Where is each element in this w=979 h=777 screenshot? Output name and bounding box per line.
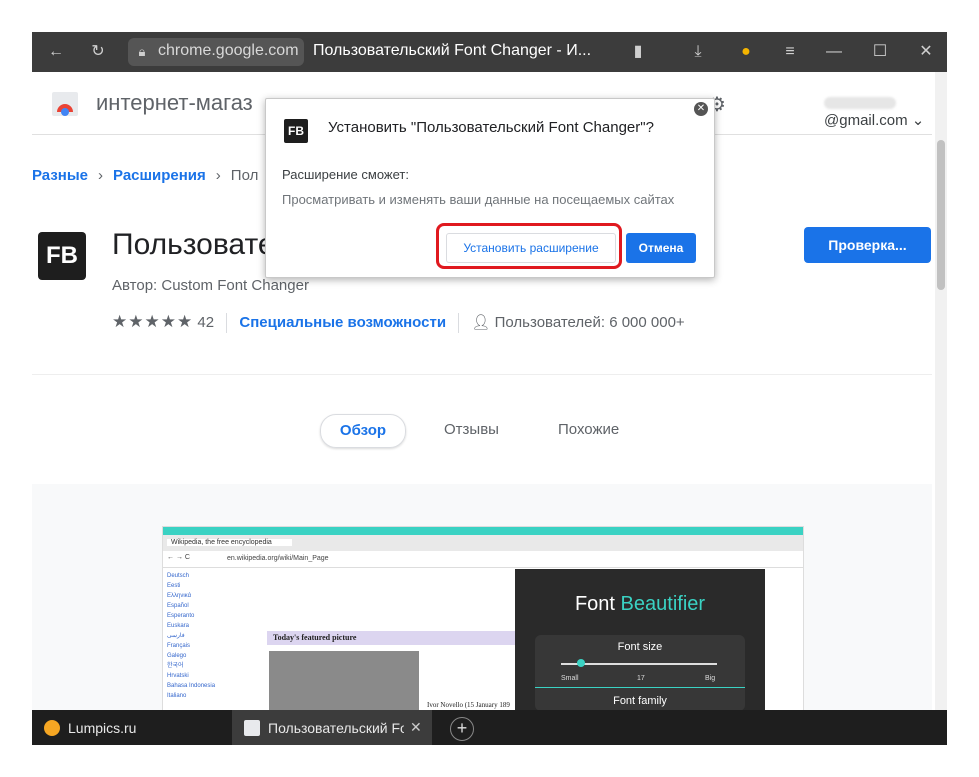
breadcrumb-item: Пол (230, 167, 259, 184)
tab-label: Lumpics.ru (68, 720, 137, 736)
preview-language-item: Bahasa Indonesia (167, 683, 216, 689)
slider-max-label: Big (705, 675, 716, 682)
preview-tabs: Wikipedia, the free encyclopedia (163, 535, 803, 551)
preview-language-item: فارسی (167, 633, 185, 639)
preview-featured-heading: Today's featured picture (267, 631, 533, 645)
new-tab-button[interactable]: + (450, 717, 474, 741)
cancel-button[interactable]: Отмена (626, 233, 696, 263)
panel-title: Font Beautifier (515, 593, 765, 616)
tab-font-changer[interactable]: Пользовательский Font ✕ (232, 710, 432, 745)
preview-language-item: Deutsch (167, 573, 190, 579)
preview-language-list: Deutsch Eesti Ελληνικά Español Esperanto Eusk… (167, 571, 247, 710)
preview-topbar (163, 527, 803, 535)
preview-featured-image (269, 651, 419, 710)
rating-row: ★★★★★ 42 Специальные возможности 👤︎ Поль… (112, 312, 685, 334)
chevron-down-icon: ⌄ (911, 112, 925, 129)
breadcrumb-item[interactable]: Разные (32, 167, 88, 184)
browser-toolbar: ← ↻ 🔒︎ chrome.google.com Пользовательски… (32, 32, 947, 72)
preview-language-item: Eesti (167, 583, 181, 589)
slider-value: 17 (637, 675, 645, 682)
tab-related[interactable]: Похожие (558, 414, 619, 446)
extension-author: Автор: Custom Font Changer (112, 277, 309, 294)
bookmark-icon[interactable]: ▮ (628, 42, 648, 62)
checking-button[interactable]: Проверка... (804, 227, 931, 263)
hidden-email-part (824, 97, 896, 110)
store-title[interactable]: интернет-магаз (96, 90, 253, 116)
page-tabs: Обзор Отзывы Похожие (320, 414, 680, 448)
users-count: Пользователей: 6 000 000+ (494, 314, 685, 331)
close-window-icon[interactable]: ✕ (916, 42, 936, 62)
preview-language-item: Italiano (167, 693, 187, 699)
preview-language-item: Español (167, 603, 189, 609)
panel-title-word: Font (574, 593, 615, 615)
close-tab-icon[interactable]: ✕ (410, 719, 422, 736)
extension-name: Пользовате (112, 228, 275, 261)
back-arrow-icon[interactable]: ← (46, 42, 66, 62)
extension-logo: FB (38, 232, 86, 280)
preview-language-item: Galego (167, 653, 187, 659)
tab-label: Пользовательский Font (268, 720, 404, 736)
lumpics-icon (44, 720, 60, 736)
font-beautifier-panel: Font Beautifier Font size Small 17 Big F… (515, 569, 765, 710)
preview-language-item: Ελληνικά (167, 593, 192, 599)
breadcrumb-item[interactable]: Расширения (113, 167, 206, 184)
tab-lumpics[interactable]: Lumpics.ru (32, 710, 232, 745)
account-email: @gmail.com (824, 112, 908, 129)
preview-language-item: Hrvatski (167, 673, 189, 679)
preview-nav-icon: ← → C (167, 554, 190, 561)
dialog-extension-logo: FB (284, 119, 308, 143)
tab-overview[interactable]: Обзор (320, 414, 406, 448)
preview-language-item: Esperanto (167, 613, 195, 619)
minimize-icon[interactable]: — (824, 42, 844, 62)
download-icon[interactable]: ⤓ (688, 42, 708, 62)
scrollbar-thumb[interactable] (937, 140, 945, 290)
maximize-icon[interactable]: ☐ (870, 42, 890, 62)
chrome-store-icon (244, 720, 260, 736)
breadcrumb-separator: › (98, 167, 104, 184)
user-icon: 👤︎ (471, 314, 491, 331)
dialog-permissions-label: Расширение сможет: (282, 167, 409, 182)
reload-icon[interactable]: ↻ (88, 42, 108, 62)
slider-min-label: Small (561, 675, 579, 682)
divider (458, 313, 460, 334)
preview-address-bar: ← → C en.wikipedia.org/wiki/Main_Page (163, 551, 803, 568)
preview-language-item: 한국어 (167, 663, 184, 669)
breadcrumb-separator: › (215, 167, 221, 184)
divider (32, 374, 932, 375)
category-link[interactable]: Специальные возможности (239, 314, 446, 331)
preview-url: en.wikipedia.org/wiki/Main_Page (227, 555, 329, 562)
highlight-frame (436, 223, 622, 269)
divider (535, 687, 745, 688)
close-icon[interactable]: ✕ (694, 102, 708, 116)
slider-knob (577, 659, 586, 667)
chrome-web-store-icon[interactable] (50, 88, 80, 118)
url-domain[interactable]: chrome.google.com (158, 42, 299, 60)
menu-icon[interactable]: ≡ (780, 42, 800, 62)
rating-stars[interactable]: ★★★★★ (112, 312, 193, 331)
panel-card: Font size Small 17 Big Font family (535, 635, 745, 710)
rating-count[interactable]: 42 (197, 314, 214, 331)
font-family-label: Font family (613, 695, 667, 707)
preview-language-item: Euskara (167, 623, 190, 629)
install-dialog: FB Установить "Пользовательский Font Cha… (265, 98, 715, 278)
preview-tab: Wikipedia, the free encyclopedia (167, 539, 292, 546)
lock-icon: 🔒︎ (138, 44, 146, 59)
extension-icon[interactable]: ● (736, 42, 756, 62)
screenshot-preview[interactable]: Wikipedia, the free encyclopedia ← → C e… (162, 526, 804, 710)
font-size-label: Font size (617, 641, 663, 653)
browser-tabstrip: Lumpics.ru Пользовательский Font ✕ + (32, 710, 947, 745)
tab-reviews[interactable]: Отзывы (444, 414, 499, 446)
panel-title-word: Beautifier (620, 593, 706, 615)
dialog-title: Установить "Пользовательский Font Change… (328, 119, 654, 136)
preview-language-item: Français (167, 643, 191, 649)
page-title: Пользовательский Font Changer - И... (313, 42, 592, 59)
divider (226, 313, 228, 334)
breadcrumb: Разные › Расширения › Пол (32, 167, 258, 184)
dialog-permission-item: Просматривать и изменять ваши данные на … (282, 192, 675, 207)
account-menu[interactable]: @gmail.com ⌄ (824, 94, 932, 129)
preview-caption: Ivor Novello (15 January 189 (427, 701, 510, 709)
